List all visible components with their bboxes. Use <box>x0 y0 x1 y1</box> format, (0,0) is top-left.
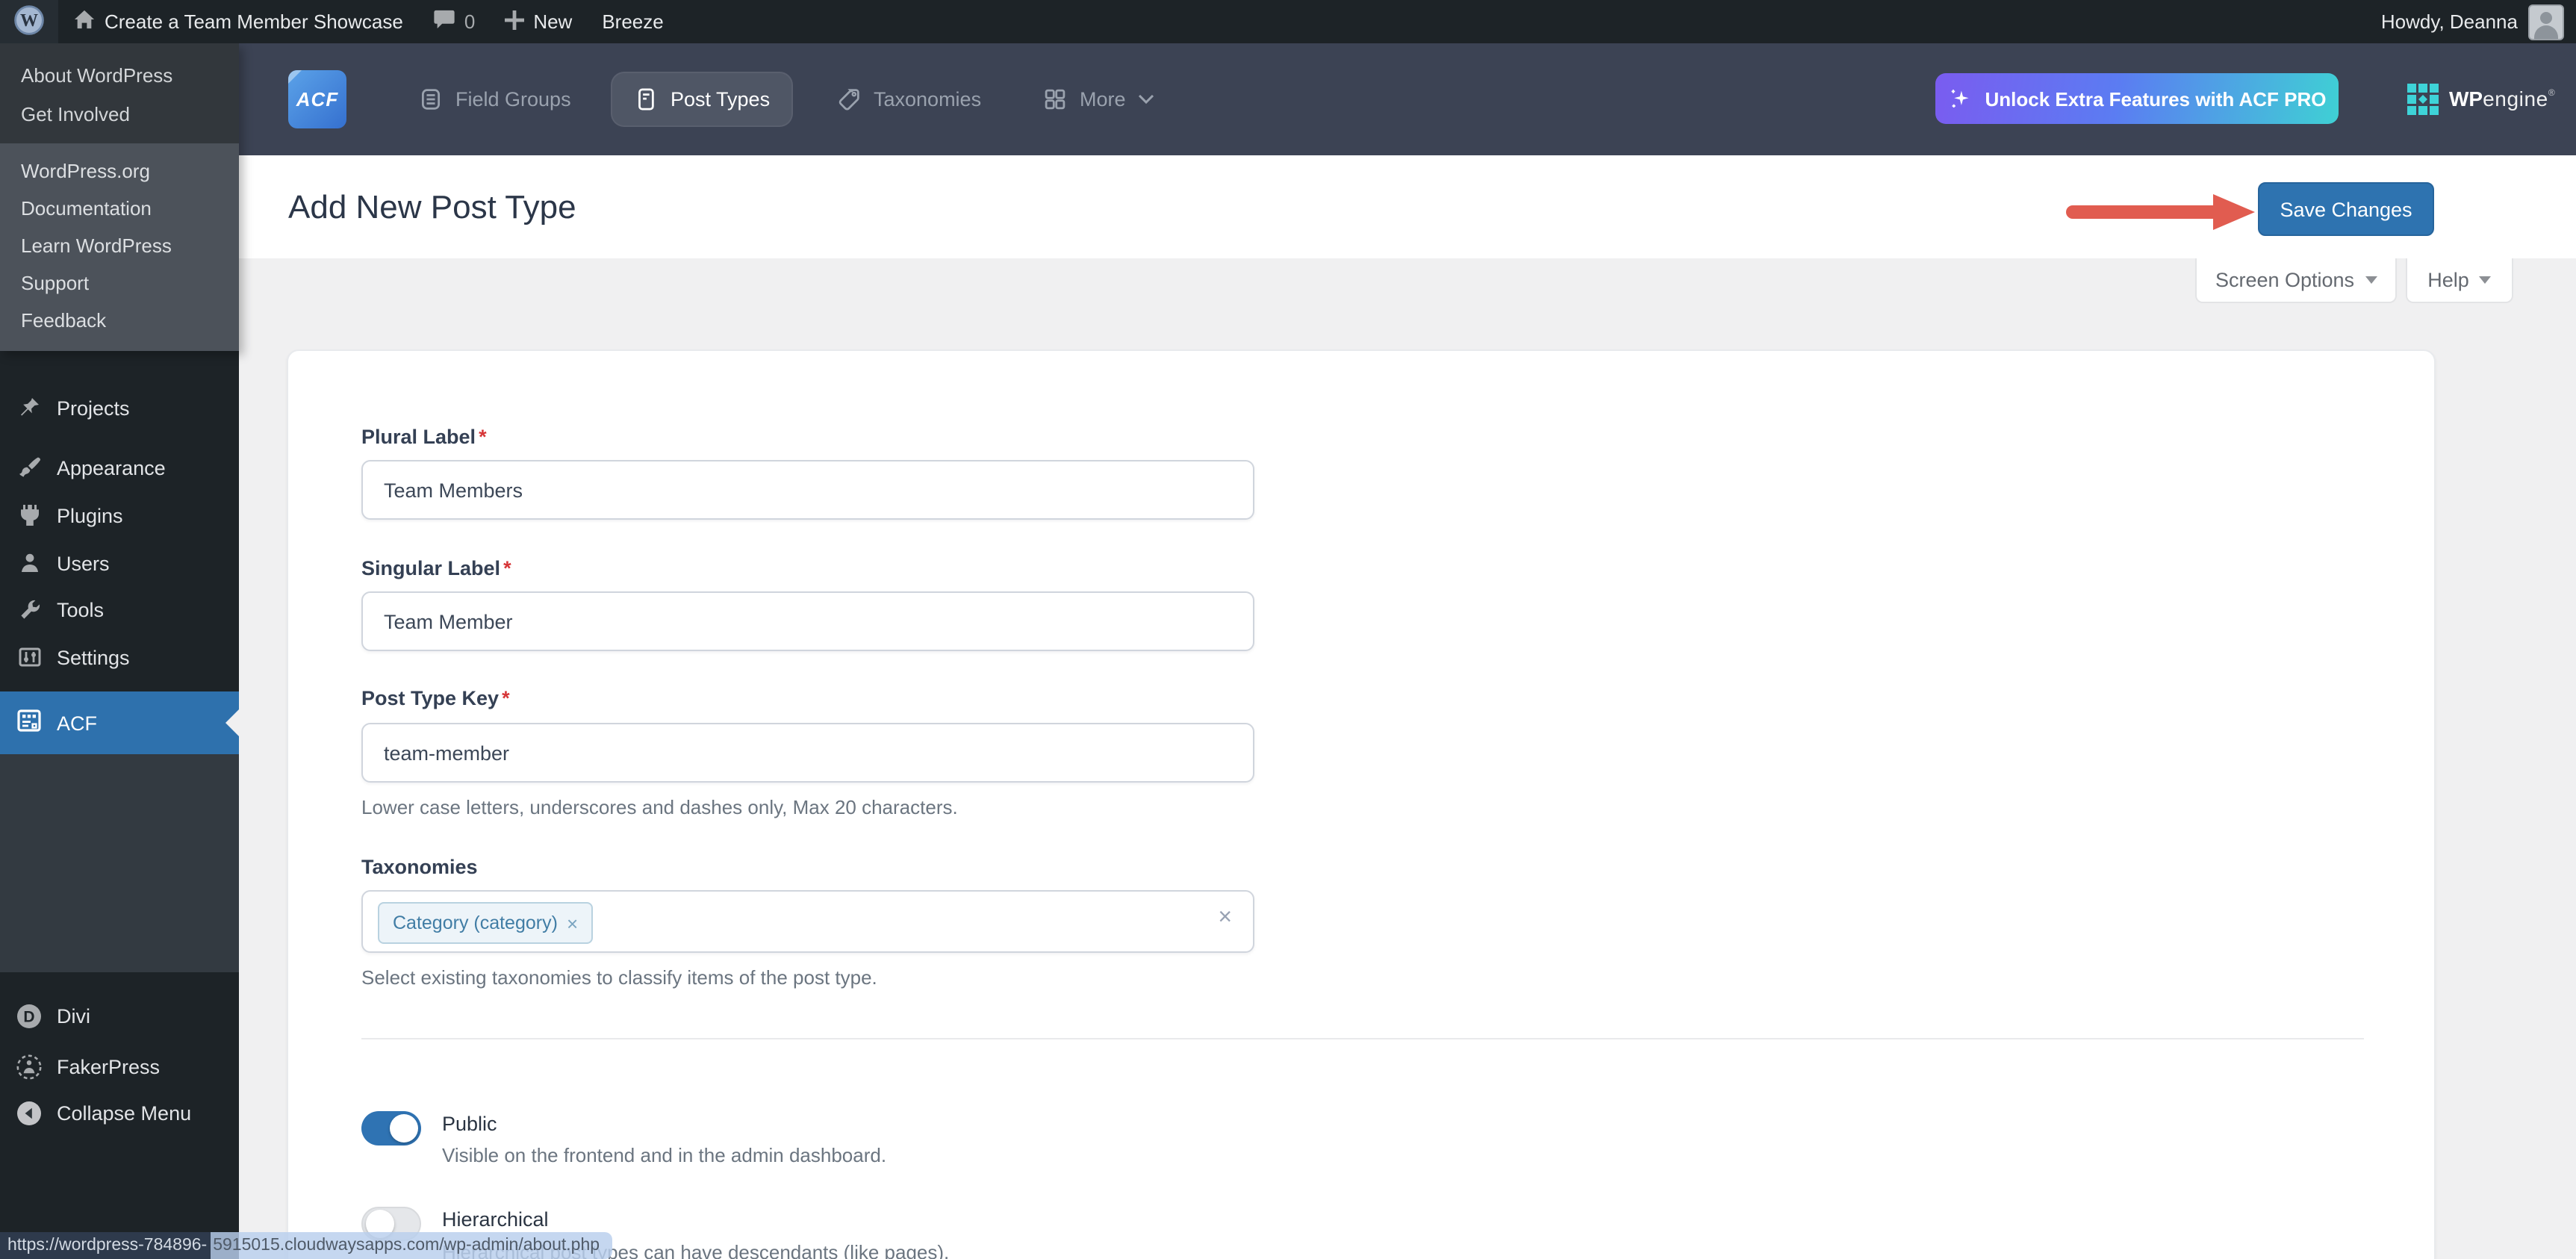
menu-feedback[interactable]: Feedback <box>0 302 239 339</box>
hierarchical-label: Hierarchical <box>442 1208 549 1231</box>
breeze-label: Breeze <box>602 10 664 33</box>
current-menu-arrow <box>225 709 239 736</box>
more-grid-icon <box>1045 89 1065 110</box>
settings-sliders-icon <box>16 644 42 670</box>
help-tab[interactable]: Help <box>2406 258 2513 303</box>
sidebar-item-acf-active[interactable]: ACF <box>0 691 239 754</box>
nav-tab-post-types-active[interactable]: Post Types <box>611 72 793 127</box>
sidebar-item-tools[interactable]: Tools <box>0 588 239 630</box>
sidebar-item-users[interactable]: Users <box>0 542 239 584</box>
comment-count: 0 <box>464 10 476 33</box>
fakerpress-logo-icon <box>16 1054 42 1079</box>
caret-down-icon <box>2479 276 2492 284</box>
status-url-left: https://wordpress-784896- <box>0 1232 211 1259</box>
menu-learn-wordpress[interactable]: Learn WordPress <box>0 227 239 264</box>
sidebar-item-divi[interactable]: D Divi <box>0 995 239 1036</box>
collapse-arrow-icon <box>16 1100 42 1125</box>
menu-support[interactable]: Support <box>0 264 239 302</box>
menu-wordpress-org[interactable]: WordPress.org <box>0 152 239 190</box>
sidebar-item-projects[interactable]: Projects <box>0 387 239 429</box>
acf-logo[interactable]: ACF <box>288 70 346 128</box>
annotation-arrow <box>2066 194 2255 230</box>
wp-engine-logo-icon <box>2407 84 2439 115</box>
chevron-down-icon <box>1138 94 1154 105</box>
wp-logo-menu-item[interactable]: W <box>0 0 58 43</box>
post-type-key-help: Lower case letters, underscores and dash… <box>361 796 958 818</box>
unlock-acf-pro-button[interactable]: Unlock Extra Features with ACF PRO <box>1935 73 2339 124</box>
flyout-primary-group: About WordPress Get Involved <box>0 43 239 143</box>
browser-status-url-tooltip: https://wordpress-784896- 5915015.cloudw… <box>0 1232 612 1259</box>
trademark-mark: ® <box>2548 90 2555 99</box>
menu-about-wordpress[interactable]: About WordPress <box>0 57 239 96</box>
user-icon <box>16 550 42 576</box>
status-url-right: 5915015.cloudwaysapps.com/wp-admin/about… <box>210 1232 612 1259</box>
breeze-menu-item[interactable]: Breeze <box>587 0 678 43</box>
public-label: Public <box>442 1113 497 1135</box>
pushpin-icon <box>16 395 42 420</box>
sidebar-item-settings[interactable]: Settings <box>0 636 239 678</box>
post-type-form-card: Plural Label* Singular Label* Post Type … <box>287 349 2436 1259</box>
public-toggle[interactable] <box>361 1111 421 1145</box>
taxonomies-tag-icon <box>839 89 859 111</box>
user-avatar[interactable] <box>2528 4 2564 40</box>
site-menu-item[interactable]: Create a Team Member Showcase <box>58 0 418 43</box>
taxonomies-help: Select existing taxonomies to classify i… <box>361 966 877 989</box>
svg-text:D: D <box>23 1008 34 1025</box>
clear-select-icon[interactable]: × <box>1218 905 1232 932</box>
singular-label-input[interactable] <box>361 591 1254 651</box>
sidebar-item-plugins[interactable]: Plugins <box>0 494 239 536</box>
public-description: Visible on the frontend and in the admin… <box>442 1144 887 1166</box>
sparkle-icon <box>1952 89 1969 107</box>
sidebar-item-appearance[interactable]: Appearance <box>0 447 239 488</box>
remove-tag-icon[interactable]: × <box>567 912 578 934</box>
flyout-secondary-group: WordPress.org Documentation Learn WordPr… <box>0 143 239 351</box>
post-types-icon <box>638 88 654 111</box>
acf-header-nav: ACF Field Groups Post Types Taxonomies M… <box>239 43 2576 155</box>
sidebar-item-fakerpress[interactable]: FakerPress <box>0 1045 239 1087</box>
plural-label-field-label: Plural Label * <box>361 426 487 448</box>
page-title: Add New Post Type <box>288 188 576 226</box>
taxonomy-tag-category[interactable]: Category (category) × <box>378 902 594 944</box>
new-label: New <box>533 10 573 33</box>
nav-tab-field-groups[interactable]: Field Groups <box>418 72 571 127</box>
wordpress-admin-screenshot: W Create a Team Member Showcase 0 New Br… <box>0 0 2576 1259</box>
section-divider <box>361 1038 2364 1039</box>
divi-logo-icon: D <box>16 1003 42 1028</box>
acf-logo-fold <box>288 70 302 84</box>
sidebar-item-collapse-menu[interactable]: Collapse Menu <box>0 1092 239 1134</box>
admin-bar: W Create a Team Member Showcase 0 New Br… <box>0 0 2576 43</box>
nav-tab-taxonomies[interactable]: Taxonomies <box>836 72 981 127</box>
taxonomies-field-label: Taxonomies <box>361 856 478 878</box>
acf-submenu: Field Groups Post Types Taxonomies Optio… <box>0 754 239 972</box>
caret-down-icon <box>2365 276 2377 284</box>
screen-options-tab[interactable]: Screen Options <box>2195 258 2397 303</box>
howdy-account-link[interactable]: Howdy, Deanna <box>2381 10 2518 33</box>
toggle-knob <box>390 1114 418 1143</box>
save-changes-button[interactable]: Save Changes <box>2258 182 2434 236</box>
nav-tab-more[interactable]: More <box>1042 72 1154 127</box>
plus-icon <box>505 10 525 34</box>
plural-label-input[interactable] <box>361 460 1254 520</box>
menu-get-involved[interactable]: Get Involved <box>0 96 239 134</box>
taxonomies-multiselect[interactable]: Category (category) × × <box>361 890 1254 953</box>
wordpress-logo-icon: W <box>13 4 45 40</box>
acf-menu-icon <box>16 708 42 738</box>
post-type-key-input[interactable] <box>361 723 1254 783</box>
new-content-menu-item[interactable]: New <box>490 0 587 43</box>
comments-menu-item[interactable]: 0 <box>418 0 490 43</box>
site-name: Create a Team Member Showcase <box>105 10 403 33</box>
wp-engine-brand: WPengine® <box>2407 43 2555 155</box>
comment-bubble-icon <box>433 9 455 34</box>
wrench-icon <box>16 597 42 622</box>
wordpress-logo-flyout-menu: About WordPress Get Involved WordPress.o… <box>0 43 239 351</box>
home-icon <box>73 9 96 34</box>
post-type-key-field-label: Post Type Key * <box>361 687 510 709</box>
singular-label-field-label: Singular Label * <box>361 557 511 579</box>
field-groups-icon <box>421 89 441 110</box>
svg-text:W: W <box>20 10 38 30</box>
brush-icon <box>16 455 42 480</box>
menu-documentation[interactable]: Documentation <box>0 190 239 227</box>
page-header: Add New Post Type Save Changes <box>239 155 2576 258</box>
plug-icon <box>16 503 42 528</box>
